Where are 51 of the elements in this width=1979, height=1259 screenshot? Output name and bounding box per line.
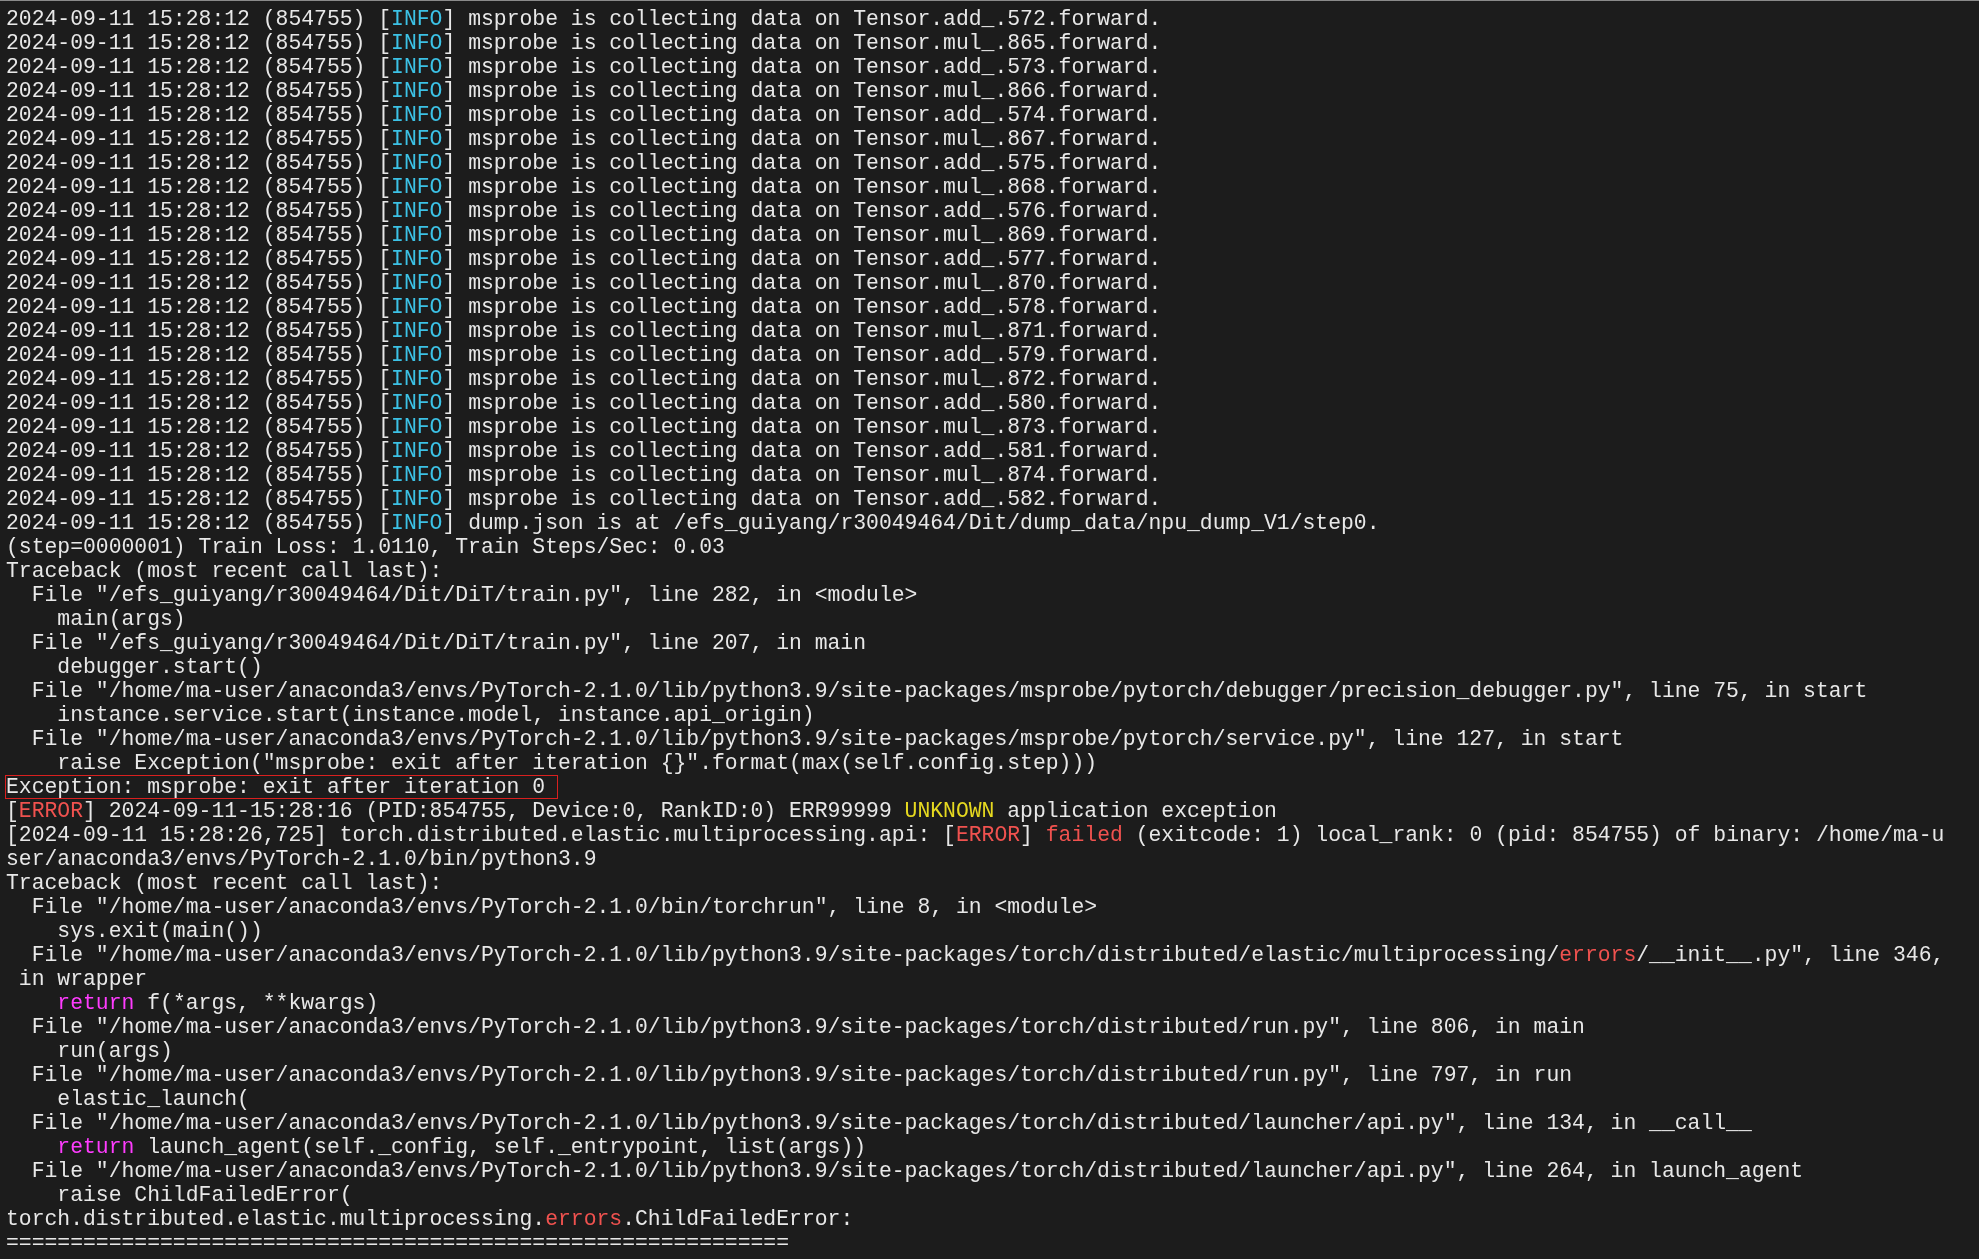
log-line: Traceback (most recent call last): — [5, 559, 444, 583]
log-line: 2024-09-11 15:28:12 (854755) [INFO] msprobe is collecting data on Tensor.mul_.871.forward. — [5, 319, 1163, 343]
log-line: File "/home/ma-user/anaconda3/envs/PyTorch-2.1.0/lib/python3.9/site-packages/msprobe/pytorch/service.py", line 127, in start — [30, 727, 1625, 751]
log-line: 2024-09-11 15:28:12 (854755) [INFO] msprobe is collecting data on Tensor.add_.577.forward. — [5, 247, 1163, 271]
log-line: 2024-09-11 15:28:12 (854755) [INFO] msprobe is collecting data on Tensor.add_.580.forward. — [5, 391, 1163, 415]
log-line: 2024-09-11 15:28:12 (854755) [INFO] msprobe is collecting data on Tensor.add_.582.forward. — [5, 487, 1163, 511]
log-line: 2024-09-11 15:28:12 (854755) [INFO] msprobe is collecting data on Tensor.add_.576.forward. — [5, 199, 1163, 223]
log-line: File "/efs_guiyang/r30049464/Dit/DiT/train.py", line 282, in <module> — [30, 583, 919, 607]
log-line: in wrapper — [17, 967, 149, 991]
log-line: ser/anaconda3/envs/PyTorch-2.1.0/bin/python3.9 — [5, 847, 598, 871]
log-line: 2024-09-11 15:28:12 (854755) [INFO] msprobe is collecting data on Tensor.mul_.867.forward. — [5, 127, 1163, 151]
log-line: (step=0000001) Train Loss: 1.0110, Train Steps/Sec: 0.03 — [5, 535, 726, 559]
log-line: Traceback (most recent call last): — [5, 871, 444, 895]
log-line: [2024-09-11 15:28:26,725] torch.distributed.elastic.multiprocessing.api: [ERROR] failed (exitcode: 1) local_rank: 0 (pid: 854755) of binary: /home/ma-u — [5, 823, 1946, 847]
log-line: ============================================================= — [5, 1231, 791, 1255]
log-line: 2024-09-11 15:28:12 (854755) [INFO] msprobe is collecting data on Tensor.mul_.873.forward. — [5, 415, 1163, 439]
log-line: torch.distributed.elastic.multiprocessing.errors.ChildFailedError: — [5, 1207, 855, 1231]
log-line: 2024-09-11 15:28:12 (854755) [INFO] msprobe is collecting data on Tensor.add_.573.forward. — [5, 55, 1163, 79]
log-line: 2024-09-11 15:28:12 (854755) [INFO] dump.json is at /efs_guiyang/r30049464/Dit/dump_data/npu_dump_V1/step0. — [5, 511, 1381, 535]
log-line: 2024-09-11 15:28:12 (854755) [INFO] msprobe is collecting data on Tensor.mul_.866.forward. — [5, 79, 1163, 103]
log-line: File "/home/ma-user/anaconda3/envs/PyTorch-2.1.0/lib/python3.9/site-packages/torch/distributed/launcher/api.py", line 134, in __call__ — [30, 1111, 1753, 1135]
log-line: raise ChildFailedError( — [56, 1183, 354, 1207]
log-line: [ERROR] 2024-09-11-15:28:16 (PID:854755, Device:0, RankID:0) ERR99999 UNKNOWN application exception — [5, 799, 1278, 823]
log-line: File "/home/ma-user/anaconda3/envs/PyTorch-2.1.0/lib/python3.9/site-packages/torch/distributed/launcher/api.py", line 264, in launch_agent — [30, 1159, 1805, 1183]
log-line: File "/home/ma-user/anaconda3/envs/PyTorch-2.1.0/bin/torchrun", line 8, in <module> — [30, 895, 1099, 919]
log-line: 2024-09-11 15:28:12 (854755) [INFO] msprobe is collecting data on Tensor.mul_.870.forward. — [5, 271, 1163, 295]
log-line: 2024-09-11 15:28:12 (854755) [INFO] msprobe is collecting data on Tensor.mul_.872.forward. — [5, 367, 1163, 391]
log-line: run(args) — [56, 1039, 174, 1063]
log-line: elastic_launch( — [56, 1087, 251, 1111]
log-line: return launch_agent(self._config, self._entrypoint, list(args)) — [56, 1135, 868, 1159]
log-line: File "/home/ma-user/anaconda3/envs/PyTorch-2.1.0/lib/python3.9/site-packages/torch/distributed/run.py", line 797, in run — [30, 1063, 1574, 1087]
log-line: File "/home/ma-user/anaconda3/envs/PyTorch-2.1.0/lib/python3.9/site-packages/torch/distributed/elastic/multiprocessing/errors/__init__.py", line 346, — [30, 943, 1946, 967]
log-line: 2024-09-11 15:28:12 (854755) [INFO] msprobe is collecting data on Tensor.mul_.869.forward. — [5, 223, 1163, 247]
log-line: 2024-09-11 15:28:12 (854755) [INFO] msprobe is collecting data on Tensor.add_.579.forward. — [5, 343, 1163, 367]
log-line: instance.service.start(instance.model, instance.api_origin) — [56, 703, 816, 727]
log-line: 2024-09-11 15:28:12 (854755) [INFO] msprobe is collecting data on Tensor.add_.574.forward. — [5, 103, 1163, 127]
log-line: 2024-09-11 15:28:12 (854755) [INFO] msprobe is collecting data on Tensor.add_.572.forward. — [5, 7, 1163, 31]
log-line: 2024-09-11 15:28:12 (854755) [INFO] msprobe is collecting data on Tensor.mul_.865.forward. — [5, 31, 1163, 55]
log-line: sys.exit(main()) — [56, 919, 264, 943]
log-line: 2024-09-11 15:28:12 (854755) [INFO] msprobe is collecting data on Tensor.mul_.868.forward. — [5, 175, 1163, 199]
log-line: File "/home/ma-user/anaconda3/envs/PyTorch-2.1.0/lib/python3.9/site-packages/torch/distributed/run.py", line 806, in main — [30, 1015, 1586, 1039]
log-line: return f(*args, **kwargs) — [56, 991, 380, 1015]
log-line: File "/efs_guiyang/r30049464/Dit/DiT/train.py", line 207, in main — [30, 631, 868, 655]
log-line: debugger.start() — [56, 655, 264, 679]
log-line: 2024-09-11 15:28:12 (854755) [INFO] msprobe is collecting data on Tensor.mul_.874.forward. — [5, 463, 1163, 487]
log-line: raise Exception("msprobe: exit after iteration {}".format(max(self.config.step))) — [56, 751, 1099, 775]
log-line: main(args) — [56, 607, 187, 631]
log-line: 2024-09-11 15:28:12 (854755) [INFO] msprobe is collecting data on Tensor.add_.581.forward. — [5, 439, 1163, 463]
log-line: File "/home/ma-user/anaconda3/envs/PyTorch-2.1.0/lib/python3.9/site-packages/msprobe/pytorch/debugger/precision_debugger.py", line 75, in start — [30, 679, 1869, 703]
log-line: 2024-09-11 15:28:12 (854755) [INFO] msprobe is collecting data on Tensor.add_.575.forward. — [5, 151, 1163, 175]
log-line: 2024-09-11 15:28:12 (854755) [INFO] msprobe is collecting data on Tensor.add_.578.forward. — [5, 295, 1163, 319]
